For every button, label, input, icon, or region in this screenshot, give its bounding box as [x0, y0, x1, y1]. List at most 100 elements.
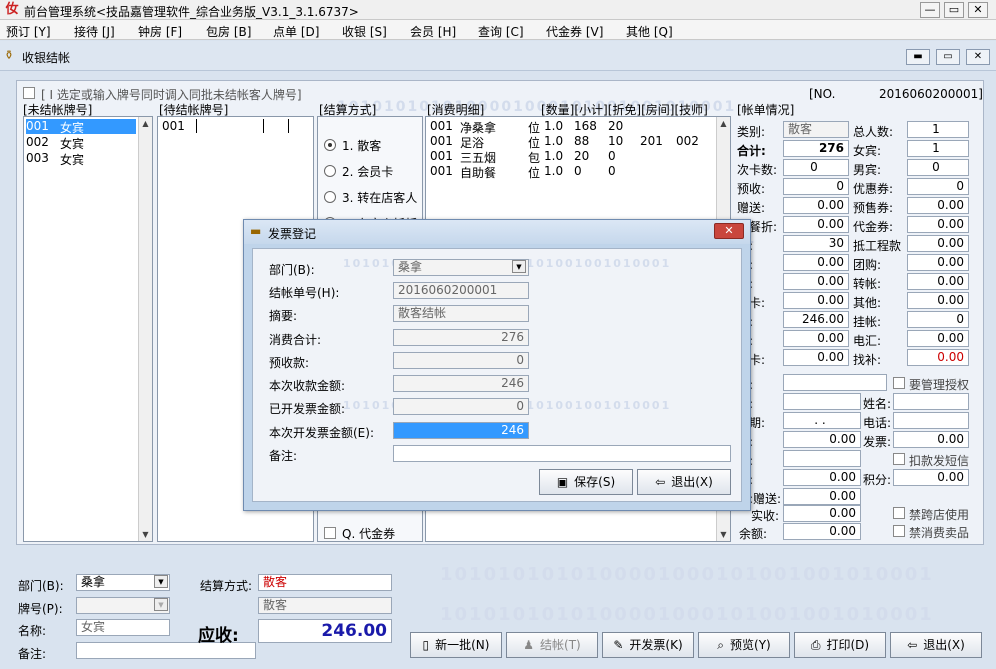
scroll-up-icon[interactable]: ▲ — [139, 119, 152, 128]
card-no-field[interactable] — [783, 374, 887, 391]
name-field[interactable]: 女宾 — [76, 619, 170, 636]
bill-left-field[interactable]: 0.00 — [783, 216, 849, 233]
list-item[interactable]: 001 — [162, 119, 185, 134]
bill-left-field[interactable]: 0.00 — [783, 254, 849, 271]
bill-right-field[interactable]: 0.00 — [907, 254, 969, 271]
bill-right-field[interactable]: 0.00 — [907, 197, 969, 214]
bill-right-field[interactable]: 0 — [907, 159, 969, 176]
balance-field[interactable]: 0.00 — [783, 523, 861, 540]
method-field[interactable]: 散客 — [258, 574, 392, 591]
unsettled-list[interactable]: 001 女宾 002 女宾 003 女宾 ▲ ▼ — [23, 116, 153, 542]
chevron-down-icon[interactable]: ▼ — [154, 575, 168, 588]
bill-left-field[interactable]: 0.00 — [783, 197, 849, 214]
menu-cashier[interactable]: 收银 [S] — [342, 23, 387, 40]
table-row[interactable]: 001 足浴 位 1.0 88 10 201 002 — [430, 134, 720, 150]
menu-member[interactable]: 会员 [H] — [410, 23, 456, 40]
remain-field[interactable]: 0.00 — [783, 431, 861, 448]
billno-field[interactable]: 2016060200001 — [393, 282, 529, 299]
preview-button[interactable]: ⌕ 预览(Y) — [698, 632, 790, 658]
type-field[interactable] — [783, 393, 861, 410]
menu-reception[interactable]: 接待 [J] — [74, 23, 115, 40]
current-invoice-field[interactable]: 246 — [393, 422, 529, 439]
gift-field[interactable]: 0.00 — [783, 488, 861, 505]
sms-checkbox[interactable] — [893, 453, 905, 465]
invoice-button[interactable]: ✎ 开发票(K) — [602, 632, 694, 658]
bill-right-field[interactable]: 0 — [907, 311, 969, 328]
remark-field[interactable] — [393, 445, 731, 462]
list-item[interactable]: 003 女宾 — [26, 151, 136, 167]
settle-field[interactable] — [783, 450, 861, 467]
bill-right-field[interactable]: 1 — [907, 121, 969, 138]
bill-right-field[interactable]: 0.00 — [907, 330, 969, 347]
method-option[interactable]: 1. 散客 — [342, 137, 381, 154]
scroll-up-icon[interactable]: ▲ — [717, 119, 730, 128]
method-sub-field[interactable]: 散客 — [258, 597, 392, 614]
chevron-down-icon[interactable]: ▼ — [154, 598, 168, 611]
issued-field[interactable]: 0 — [393, 398, 529, 415]
method-radio-transfer[interactable] — [324, 191, 336, 203]
bill-left-field[interactable]: 30 — [783, 235, 849, 252]
cross-store-checkbox[interactable] — [893, 507, 905, 519]
bill-left-field[interactable]: 0 — [783, 178, 849, 195]
paid-field[interactable]: 0.00 — [783, 505, 861, 522]
invoice-field[interactable]: 0.00 — [893, 431, 969, 448]
voucher-checkbox[interactable] — [324, 527, 336, 539]
menu-clock-room[interactable]: 钟房 [F] — [138, 23, 182, 40]
exit-button[interactable]: ⇦ 退出(X) — [637, 469, 731, 495]
batch-checkbox[interactable] — [23, 87, 35, 99]
bill-right-field[interactable]: 0.00 — [907, 235, 969, 252]
table-row[interactable]: 001 三五烟 包 1.0 20 0 — [430, 149, 720, 165]
table-row[interactable]: 001 自助餐 位 1.0 0 0 — [430, 164, 720, 180]
maximize-button[interactable]: ▭ — [944, 2, 964, 18]
menu-voucher[interactable]: 代金券 [V] — [546, 23, 603, 40]
scroll-down-icon[interactable]: ▼ — [717, 530, 730, 539]
name-field[interactable] — [893, 393, 969, 410]
bill-left-field[interactable]: 0.00 — [783, 349, 849, 366]
close-button[interactable]: ✕ — [968, 2, 988, 18]
bill-left-field[interactable]: 276 — [783, 140, 849, 157]
chevron-down-icon[interactable]: ▼ — [512, 260, 526, 273]
bill-left-field[interactable]: 0 — [783, 159, 849, 176]
prepay-field[interactable]: 0 — [393, 352, 529, 369]
print-button[interactable]: ⎙ 打印(D) — [794, 632, 886, 658]
sub-minimize-button[interactable]: ▬ — [906, 49, 930, 65]
bill-right-field[interactable]: 0 — [907, 178, 969, 195]
summary-field[interactable]: 散客结帐 — [393, 305, 529, 322]
new-batch-button[interactable]: ▯ 新一批(N) — [410, 632, 502, 658]
bill-left-field[interactable]: 0.00 — [783, 273, 849, 290]
no-consume-checkbox[interactable] — [893, 525, 905, 537]
received-field[interactable]: 246 — [393, 375, 529, 392]
minimize-button[interactable]: — — [920, 2, 940, 18]
method-option[interactable]: 3. 转在店客人 — [342, 189, 417, 206]
method-option[interactable]: 2. 会员卡 — [342, 163, 393, 180]
phone-field[interactable] — [893, 412, 969, 429]
total-field[interactable]: 276 — [393, 329, 529, 346]
method-radio-walkin[interactable] — [324, 139, 336, 151]
validity-field[interactable]: . . — [783, 412, 861, 429]
bill-right-field[interactable]: 1 — [907, 140, 969, 157]
settle-button[interactable]: ♟ 结帐(T) — [506, 632, 598, 658]
table-row[interactable]: 001 净桑拿 位 1.0 168 20 — [430, 119, 720, 135]
menu-private-room[interactable]: 包房 [B] — [206, 23, 251, 40]
save-button[interactable]: ▣ 保存(S) — [539, 469, 633, 495]
bill-left-field[interactable]: 散客 — [783, 121, 849, 138]
list-item[interactable]: 001 女宾 — [26, 119, 136, 135]
bill-right-field[interactable]: 0.00 — [907, 292, 969, 309]
fee-field[interactable]: 0.00 — [783, 469, 861, 486]
menu-query[interactable]: 查询 [C] — [478, 23, 524, 40]
dialog-close-button[interactable]: ✕ — [714, 223, 744, 239]
exit-main-button[interactable]: ⇦ 退出(X) — [890, 632, 982, 658]
menu-other[interactable]: 其他 [Q] — [626, 23, 673, 40]
auth-checkbox[interactable] — [893, 377, 905, 389]
points-field[interactable]: 0.00 — [893, 469, 969, 486]
method-radio-member[interactable] — [324, 165, 336, 177]
bill-left-field[interactable]: 0.00 — [783, 330, 849, 347]
bill-right-field[interactable]: 0.00 — [907, 216, 969, 233]
dept-select[interactable]: 桑拿 — [393, 259, 529, 276]
sub-close-button[interactable]: ✕ — [966, 49, 990, 65]
bill-left-field[interactable]: 0.00 — [783, 292, 849, 309]
scrollbar[interactable]: ▲ ▼ — [138, 117, 152, 541]
bill-right-field[interactable]: 0.00 — [907, 349, 969, 366]
sub-maximize-button[interactable]: ▭ — [936, 49, 960, 65]
list-item[interactable]: 002 女宾 — [26, 135, 136, 151]
